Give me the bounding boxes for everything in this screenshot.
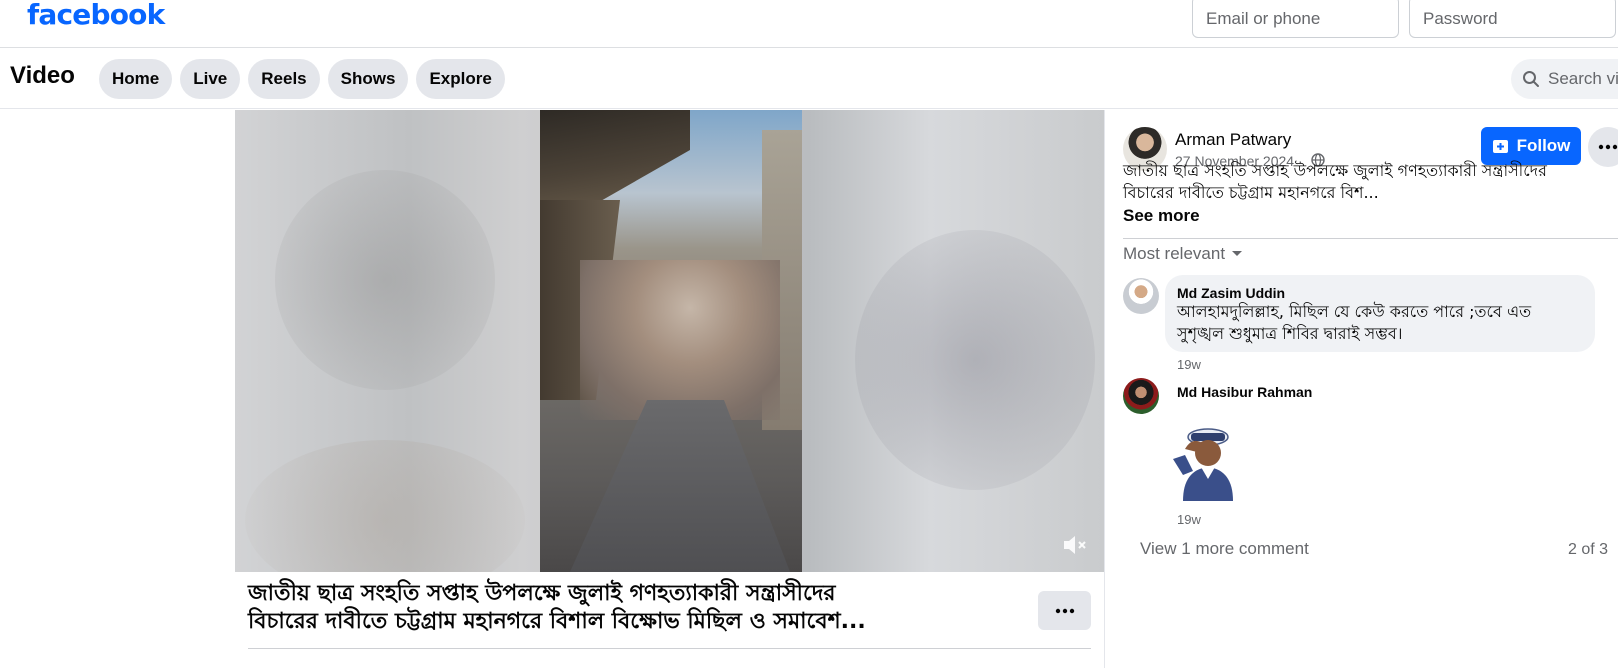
flyover-shape xyxy=(540,110,690,210)
video-post-title: জাতীয় ছাত্র সংহতি সপ্তাহ উপলক্ষে জুলাই … xyxy=(248,580,1008,636)
see-more-link[interactable]: See more xyxy=(1123,206,1200,226)
comment-text: আলহামদুলিল্লাহ, মিছিল যে কেউ করতে পারে ;… xyxy=(1177,301,1587,345)
comment-text-line2: সুশৃঙ্খল শুধুমাত্র শিবির দ্বারাই সম্ভব। xyxy=(1177,324,1403,343)
tab-explore[interactable]: Explore xyxy=(416,59,505,99)
more-horizontal-icon xyxy=(1055,608,1074,613)
video-more-button[interactable] xyxy=(1038,591,1091,630)
view-more-comments-link[interactable]: View 1 more comment xyxy=(1140,539,1309,559)
email-field[interactable] xyxy=(1192,0,1399,38)
search-placeholder: Search vic xyxy=(1548,69,1618,88)
post-caption-line2: বিচারের দাবীতে চট্টগ্রাম মহানগরে বিশ... xyxy=(1123,183,1379,202)
saluting-officer-sticker xyxy=(1173,428,1233,501)
road-shape xyxy=(570,400,790,572)
video-tabs: Home Live Reels Shows Explore xyxy=(99,59,505,99)
password-field[interactable] xyxy=(1409,0,1616,38)
video-frame[interactable] xyxy=(540,110,802,572)
follow-page-icon xyxy=(1492,140,1508,153)
comment-timestamp[interactable]: 19w xyxy=(1177,357,1201,372)
video-post-title-line1: জাতীয় ছাত্র সংহতি সপ্তাহ উপলক্ষে জুলাই … xyxy=(248,581,836,606)
facebook-logo[interactable]: facebook xyxy=(27,0,165,31)
tab-live[interactable]: Live xyxy=(180,59,241,99)
tab-reels[interactable]: Reels xyxy=(248,59,320,99)
avatar[interactable] xyxy=(1123,378,1159,414)
comment-author[interactable]: Md Zasim Uddin xyxy=(1177,285,1285,301)
avatar[interactable] xyxy=(1123,278,1159,314)
page-title: Video xyxy=(10,62,75,89)
crowd-shape xyxy=(580,260,780,420)
comment-text-line1: আলহামদুলিল্লাহ, মিছিল যে কেউ করতে পারে ;… xyxy=(1177,302,1532,321)
search-input[interactable]: Search vic xyxy=(1511,59,1618,99)
top-bar: facebook xyxy=(0,0,1618,48)
search-icon xyxy=(1523,71,1539,87)
comment-timestamp[interactable]: 19w xyxy=(1177,512,1201,527)
video-player[interactable] xyxy=(235,110,1104,572)
tab-shows[interactable]: Shows xyxy=(327,59,409,99)
post-caption-line1: জাতীয় ছাত্র সংহতি সপ্তাহ উপলক্ষে জুলাই … xyxy=(1123,161,1547,180)
video-nav-bar: Video Home Live Reels Shows Explore Sear… xyxy=(0,49,1618,109)
follow-label: Follow xyxy=(1516,136,1571,155)
comment-sort-label: Most relevant xyxy=(1123,244,1226,263)
post-caption: জাতীয় ছাত্র সংহতি সপ্তাহ উপলক্ষে জুলাই … xyxy=(1123,160,1593,204)
video-post-title-line2: বিচারের দাবীতে চট্টগ্রাম মহানগরে বিশাল ব… xyxy=(248,609,866,634)
content-divider xyxy=(248,648,1091,649)
tab-home[interactable]: Home xyxy=(99,59,173,99)
speaker-muted-icon[interactable] xyxy=(1061,533,1089,557)
comment-author[interactable]: Md Hasibur Rahman xyxy=(1177,384,1312,400)
comment-sort-dropdown[interactable]: Most relevant xyxy=(1123,244,1243,264)
section-divider xyxy=(1123,238,1618,239)
post-sidebar: Arman Patwary 27 November 2024 · Follow … xyxy=(1104,110,1618,668)
author-name[interactable]: Arman Patwary xyxy=(1175,130,1291,150)
comment-count: 2 of 3 xyxy=(1568,541,1609,558)
more-horizontal-icon xyxy=(1598,144,1618,150)
chevron-down-icon xyxy=(1232,251,1243,256)
